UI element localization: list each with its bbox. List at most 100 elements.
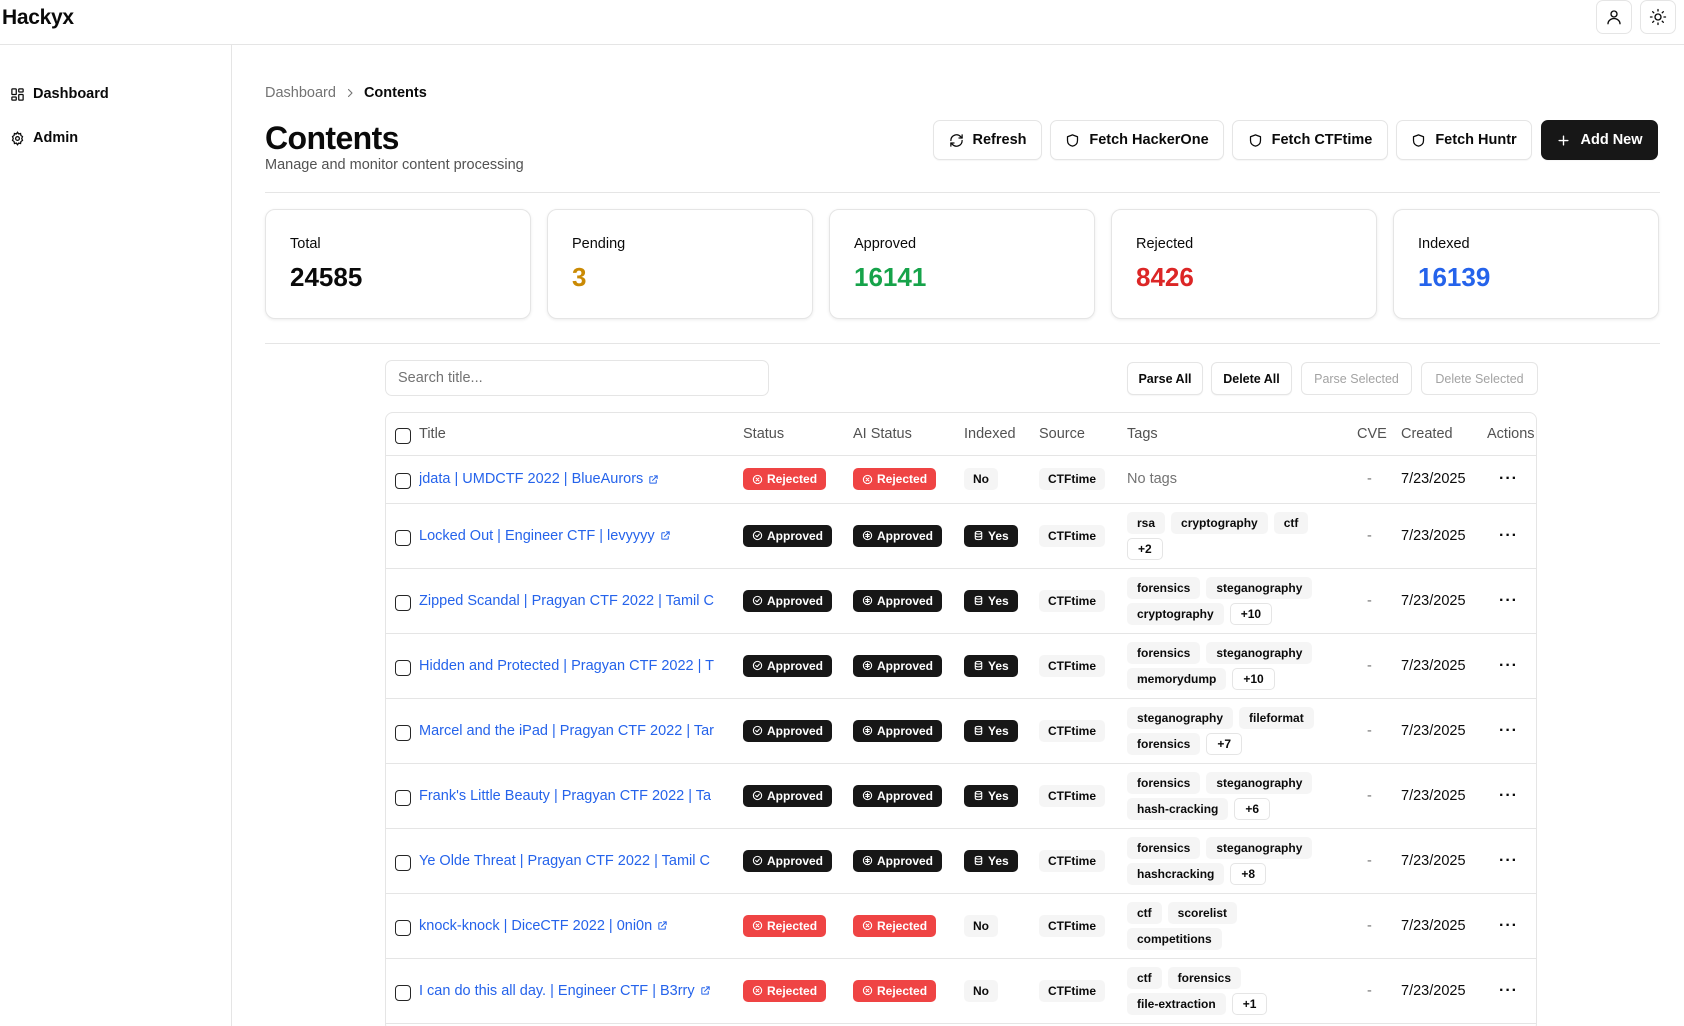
- tag: rsa: [1127, 511, 1166, 534]
- more-tags-badge[interactable]: +6: [1234, 797, 1271, 820]
- no-tags-text: No tags: [1127, 471, 1177, 487]
- ai-status-text: Rejected: [877, 472, 928, 486]
- row-actions-button[interactable]: ···: [1487, 958, 1536, 1024]
- more-tags-badge[interactable]: +1: [1231, 992, 1268, 1015]
- content-title-link[interactable]: Ye Olde Threat | Pragyan CTF 2022 | Tami…: [419, 853, 721, 869]
- source-badge: CTFtime: [1039, 589, 1105, 612]
- database-icon: [973, 855, 984, 866]
- column-header-created[interactable]: Created: [1401, 413, 1487, 456]
- add-new-button[interactable]: Add New: [1541, 120, 1658, 160]
- row-actions-button[interactable]: ···: [1487, 568, 1536, 634]
- more-tags-badge[interactable]: +8: [1230, 862, 1267, 885]
- fetch-ctftime-button[interactable]: Fetch CTFtime: [1232, 120, 1388, 160]
- row-actions-button[interactable]: ···: [1487, 698, 1536, 764]
- more-tags-badge[interactable]: +7: [1206, 732, 1243, 755]
- row-checkbox[interactable]: [395, 984, 411, 1001]
- stat-card-rejected: Rejected 8426: [1111, 209, 1377, 319]
- fetch-huntr-button[interactable]: Fetch Huntr: [1396, 120, 1532, 160]
- breadcrumb-link-dashboard[interactable]: Dashboard: [265, 85, 336, 101]
- theme-toggle-button[interactable]: [1640, 0, 1676, 34]
- row-checkbox[interactable]: [395, 724, 411, 741]
- indexed-badge: No: [964, 468, 998, 490]
- row-actions-button[interactable]: ···: [1487, 455, 1536, 504]
- sun-icon: [1649, 8, 1667, 26]
- column-header-ai-status[interactable]: AI Status: [853, 413, 964, 456]
- content-title-link[interactable]: Frank's Little Beauty | Pragyan CTF 2022…: [419, 788, 721, 804]
- status-text: Approved: [767, 658, 824, 673]
- row-actions-button[interactable]: ···: [1487, 763, 1536, 829]
- fetch-hackerone-button[interactable]: Fetch HackerOne: [1050, 120, 1224, 160]
- refresh-button[interactable]: Refresh: [933, 120, 1042, 160]
- ai-status-badge: Approved: [853, 849, 943, 872]
- x-circle-icon: [862, 985, 873, 996]
- parse-all-button[interactable]: Parse All: [1127, 362, 1203, 395]
- row-checkbox[interactable]: [395, 594, 411, 611]
- sidebar: Dashboard Admin: [0, 45, 232, 1026]
- content-title: Frank's Little Beauty | Pragyan CTF 2022…: [419, 787, 712, 804]
- content-title-link[interactable]: Marcel and the iPad | Pragyan CTF 2022 |…: [419, 723, 721, 739]
- delete-all-button[interactable]: Delete All: [1211, 362, 1292, 395]
- select-all-checkbox[interactable]: [395, 427, 411, 444]
- content-title: jdata | UMDCTF 2022 | BlueAurors: [419, 471, 644, 487]
- created-date: 7/23/2025: [1401, 828, 1487, 894]
- delete-selected-button[interactable]: Delete Selected: [1421, 362, 1538, 395]
- row-checkbox[interactable]: [395, 659, 411, 676]
- content-title-link[interactable]: Hidden and Protected | Pragyan CTF 2022 …: [419, 658, 721, 674]
- row-checkbox[interactable]: [395, 854, 411, 871]
- ai-status-text: Approved: [877, 593, 934, 608]
- indexed-text: No: [973, 983, 989, 998]
- row-actions-button[interactable]: ···: [1487, 893, 1536, 959]
- status-text: Approved: [767, 593, 824, 608]
- cve-value: -: [1357, 763, 1401, 829]
- row-actions-button[interactable]: ···: [1487, 828, 1536, 894]
- column-header-title[interactable]: Title: [419, 413, 743, 456]
- indexed-text: Yes: [988, 788, 1009, 803]
- indexed-badge: Yes: [964, 784, 1018, 807]
- user-menu-button[interactable]: [1596, 0, 1632, 34]
- indexed-text: No: [973, 918, 989, 933]
- tag: fileformat: [1239, 706, 1314, 729]
- search-input[interactable]: [385, 360, 769, 396]
- status-badge: Approved: [743, 654, 833, 677]
- status-badge: Approved: [743, 719, 833, 742]
- tag: ctf: [1273, 511, 1309, 534]
- parse-selected-button[interactable]: Parse Selected: [1301, 362, 1412, 395]
- app-logo[interactable]: Hackyx: [2, 6, 74, 30]
- indexed-text: Yes: [988, 658, 1009, 673]
- column-header-indexed[interactable]: Indexed: [964, 413, 1039, 456]
- more-tags-badge[interactable]: +10: [1229, 602, 1273, 625]
- ai-status-badge: Approved: [853, 524, 943, 547]
- indexed-badge: Yes: [964, 719, 1018, 742]
- indexed-badge: No: [964, 979, 998, 1002]
- column-header-status[interactable]: Status: [743, 413, 853, 456]
- content-title-link[interactable]: jdata | UMDCTF 2022 | BlueAurors: [419, 471, 721, 487]
- content-title-link[interactable]: I can do this all day. | Engineer CTF | …: [419, 983, 721, 999]
- more-tags-badge[interactable]: +2: [1127, 537, 1163, 560]
- column-header-source[interactable]: Source: [1039, 413, 1127, 456]
- more-tags-badge[interactable]: +10: [1232, 667, 1275, 690]
- status-badge: Approved: [743, 784, 833, 807]
- sidebar-item-dashboard[interactable]: Dashboard: [10, 83, 109, 105]
- row-checkbox[interactable]: [395, 919, 411, 936]
- source-badge: CTFtime: [1039, 654, 1105, 677]
- content-title-link[interactable]: Zipped Scandal | Pragyan CTF 2022 | Tami…: [419, 593, 721, 609]
- sidebar-item-label: Admin: [33, 130, 79, 146]
- content-title-link[interactable]: Locked Out | Engineer CTF | levyyyy: [419, 528, 721, 544]
- content-title: Marcel and the iPad | Pragyan CTF 2022 |…: [419, 722, 714, 739]
- row-checkbox[interactable]: [395, 473, 411, 489]
- row-actions-button[interactable]: ···: [1487, 633, 1536, 699]
- content-title-link[interactable]: knock-knock | DiceCTF 2022 | 0ni0n: [419, 918, 721, 934]
- content-title: Zipped Scandal | Pragyan CTF 2022 | Tami…: [419, 592, 714, 609]
- indexed-badge: Yes: [964, 849, 1018, 872]
- fetch-ctftime-label: Fetch CTFtime: [1271, 132, 1373, 148]
- ai-status-text: Rejected: [877, 983, 928, 998]
- row-checkbox[interactable]: [395, 789, 411, 806]
- user-icon: [1607, 10, 1621, 25]
- row-actions-button[interactable]: ···: [1487, 503, 1536, 569]
- sidebar-item-admin[interactable]: Admin: [10, 127, 78, 149]
- stat-value: 24585: [290, 262, 363, 292]
- row-checkbox[interactable]: [395, 529, 411, 546]
- tag: ctf: [1127, 966, 1162, 989]
- tag-list: forensics steganography hash-cracking +6: [1127, 771, 1322, 820]
- indexed-badge: Yes: [964, 589, 1018, 612]
